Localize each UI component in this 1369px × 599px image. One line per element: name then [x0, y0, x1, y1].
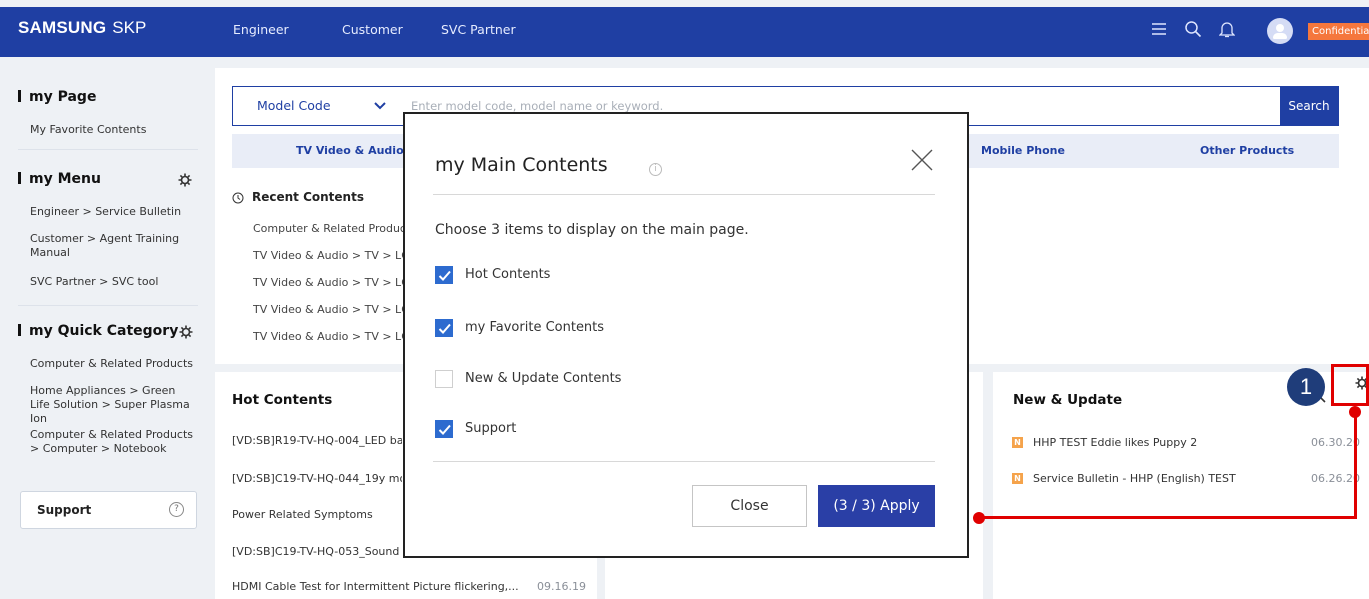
category-tv-video-audio[interactable]: TV Video & Audio: [296, 144, 404, 157]
recent-item[interactable]: TV Video & Audio > TV > LCD: [253, 303, 403, 316]
checkbox-checked-icon[interactable]: [435, 319, 453, 337]
callout-number: 1: [1287, 368, 1325, 406]
recent-item[interactable]: Computer & Related Products: [253, 222, 403, 235]
clock-icon: [232, 192, 244, 207]
sidebar-item-notebook[interactable]: Computer & Related Products > Computer >…: [30, 428, 195, 456]
hot-item[interactable]: [VD:SB]C19-TV-HQ-053_Sound D: [232, 545, 402, 558]
my-quick-title: my Quick Category: [18, 323, 178, 339]
nav-engineer[interactable]: Engineer: [233, 22, 289, 37]
hot-contents-title: Hot Contents: [232, 392, 333, 408]
sidebar-divider: [18, 149, 198, 150]
search-input[interactable]: Enter model code, model name or keyword.: [411, 99, 663, 113]
search-button[interactable]: Search: [1280, 87, 1338, 125]
my-page-title: my Page: [18, 89, 96, 105]
update-item-date: 06.26.20: [1311, 472, 1360, 485]
update-item[interactable]: HHP TEST Eddie likes Puppy 2: [1033, 436, 1197, 449]
support-label: Support: [37, 503, 92, 517]
category-mobile-phone[interactable]: Mobile Phone: [981, 144, 1065, 157]
model-code-select[interactable]: Model Code: [257, 98, 331, 113]
checkbox-checked-icon[interactable]: [435, 266, 453, 284]
option-label: New & Update Contents: [465, 371, 622, 386]
sidebar-item-plasma-ion[interactable]: Home Appliances > Green Life Solution > …: [30, 384, 195, 426]
support-button[interactable]: Support ?: [20, 491, 197, 529]
close-icon[interactable]: [910, 148, 934, 172]
user-avatar[interactable]: [1267, 18, 1293, 44]
modal-description: Choose 3 items to display on the main pa…: [435, 222, 749, 238]
apply-label: Apply: [880, 498, 920, 514]
nav-customer[interactable]: Customer: [342, 22, 403, 37]
modal-divider: [433, 461, 935, 462]
callout-line: [980, 516, 1357, 519]
hot-item[interactable]: [VD:SB]C19-TV-HQ-044_19y mod: [232, 472, 402, 485]
sidebar-item-favorite[interactable]: My Favorite Contents: [30, 123, 195, 137]
recent-item[interactable]: TV Video & Audio > TV > LCD: [253, 249, 403, 262]
option-label: my Favorite Contents: [465, 320, 605, 335]
sidebar-item-computer[interactable]: Computer & Related Products: [30, 357, 195, 371]
main-contents-modal: my Main Contents i Choose 3 items to dis…: [403, 112, 969, 558]
help-icon[interactable]: ?: [169, 502, 184, 517]
bell-icon[interactable]: [1216, 18, 1238, 40]
update-item[interactable]: Service Bulletin - HHP (English) TEST: [1033, 472, 1236, 485]
sidebar-item-agent-training[interactable]: Customer > Agent Training Manual: [30, 232, 195, 260]
new-badge: N: [1012, 437, 1023, 448]
recent-contents-title: Recent Contents: [252, 190, 364, 204]
sidebar-divider: [18, 305, 198, 306]
recent-item[interactable]: TV Video & Audio > TV > LCD: [253, 330, 403, 343]
chevron-down-icon[interactable]: [374, 99, 386, 113]
sidebar-item-svc-tool[interactable]: SVC Partner > SVC tool: [30, 275, 195, 289]
option-label: Hot Contents: [465, 267, 551, 282]
my-menu-gear-icon[interactable]: [178, 173, 192, 187]
hot-item[interactable]: [VD:SB]R19-TV-HQ-004_LED bar: [232, 434, 402, 447]
checkbox-unchecked-icon[interactable]: [435, 370, 453, 388]
recent-item[interactable]: TV Video & Audio > TV > LCD: [253, 276, 403, 289]
callout-dot: [973, 512, 985, 524]
search-icon[interactable]: [1182, 18, 1204, 40]
update-item-date: 06.30.20: [1311, 436, 1360, 449]
hot-item[interactable]: HDMI Cable Test for Intermittent Picture…: [232, 580, 522, 593]
option-label: Support: [465, 421, 517, 436]
sidebar: my Page My Favorite Contents my Menu Eng…: [0, 57, 215, 599]
modal-title: my Main Contents: [435, 154, 608, 176]
top-bar: SAMSUNG SKP Engineer Customer SVC Partner…: [0, 7, 1369, 57]
apply-count: (3 / 3): [833, 498, 876, 514]
info-icon[interactable]: i: [649, 163, 662, 176]
category-other-products[interactable]: Other Products: [1200, 144, 1294, 157]
confidential-badge: Confidential: [1308, 23, 1369, 40]
callout-dot: [1349, 406, 1361, 418]
brand-logo[interactable]: SAMSUNG SKP: [18, 18, 146, 38]
hot-item[interactable]: Power Related Symptoms: [232, 508, 402, 521]
apply-button[interactable]: (3 / 3) Apply: [818, 485, 935, 527]
sidebar-item-service-bulletin[interactable]: Engineer > Service Bulletin: [30, 205, 195, 219]
my-menu-title: my Menu: [18, 171, 101, 187]
hot-item-date: 09.16.19: [537, 580, 586, 593]
nav-svc-partner[interactable]: SVC Partner: [441, 22, 516, 37]
callout-highlight-box: [1331, 364, 1369, 406]
checkbox-checked-icon[interactable]: [435, 420, 453, 438]
modal-divider: [433, 194, 935, 195]
new-update-title: New & Update: [1013, 392, 1123, 408]
close-button[interactable]: Close: [692, 485, 807, 527]
my-quick-gear-icon[interactable]: [179, 325, 193, 339]
menu-icon[interactable]: [1148, 18, 1170, 40]
new-badge: N: [1012, 473, 1023, 484]
callout-line: [1354, 411, 1357, 519]
